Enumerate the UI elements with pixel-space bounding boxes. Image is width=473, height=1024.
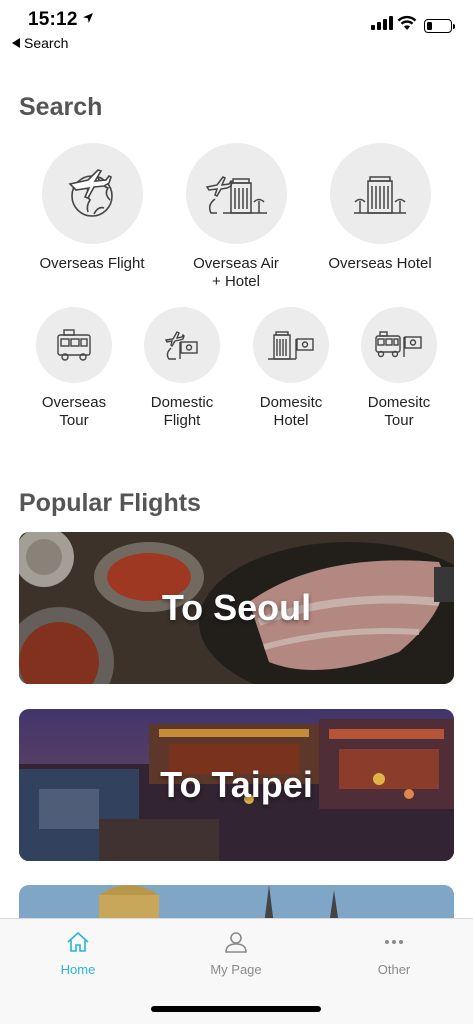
search-section-title: Search — [19, 93, 103, 121]
overseas-flight-label: Overseas Flight — [39, 255, 145, 272]
domestic-hotel-button[interactable]: Domesitc Hotel — [241, 307, 341, 430]
overseas-tour-circle — [36, 307, 112, 383]
tab-my-page-label: My Page — [210, 962, 262, 977]
battery-icon — [424, 19, 455, 33]
tab-my-page[interactable]: My Page — [176, 931, 296, 977]
overseas-air-hotel-button[interactable]: Overseas Air + Hotel — [171, 143, 301, 291]
tab-home[interactable]: Home — [18, 931, 138, 977]
taipei-card-title: To Taipei — [160, 764, 313, 805]
tab-other-label: Other — [377, 962, 411, 977]
domestic-hotel-circle — [253, 307, 329, 383]
more-icon — [385, 940, 403, 944]
domestic-plane-icon — [164, 331, 198, 360]
seoul-card-title: To Seoul — [161, 587, 312, 628]
seoul-flight-card[interactable]: To Seoul — [19, 532, 454, 684]
domestic-hotel-label: Domesitc Hotel — [259, 394, 323, 429]
domestic-flight-label: Domestic Flight — [150, 394, 214, 429]
home-icon — [67, 931, 89, 952]
domestic-hotel-icon — [268, 331, 314, 360]
location-arrow-icon — [83, 13, 93, 23]
overseas-flight-button[interactable]: Overseas Flight — [27, 143, 157, 273]
overseas-hotel-circle — [329, 143, 431, 244]
overseas-hotel-label: Overseas Hotel — [328, 255, 432, 272]
tour-bus-icon — [57, 329, 91, 361]
domestic-flight-button[interactable]: Domestic Flight — [132, 307, 232, 430]
status-time: 15:12 — [28, 9, 78, 30]
status-bar: 15:12 Search — [0, 0, 473, 58]
overseas-flight-circle — [41, 143, 143, 244]
domestic-tour-circle — [361, 307, 437, 383]
overseas-air-hotel-circle — [185, 143, 287, 244]
back-link-label: Search — [24, 35, 69, 51]
domestic-tour-label: Domesitc Tour — [367, 394, 431, 429]
overseas-air-hotel-label: Overseas Air + Hotel — [193, 255, 279, 290]
home-indicator — [151, 1006, 321, 1012]
globe-plane-icon — [68, 168, 113, 217]
cellular-signal-icon — [371, 16, 393, 30]
back-to-search-link[interactable]: Search — [12, 35, 68, 51]
popular-flights-title: Popular Flights — [19, 489, 201, 517]
domestic-tour-button[interactable]: Domesitc Tour — [349, 307, 449, 430]
user-icon — [225, 932, 247, 953]
domestic-flight-circle — [144, 307, 220, 383]
overseas-hotel-button[interactable]: Overseas Hotel — [315, 143, 445, 273]
overseas-tour-label: Overseas Tour — [41, 394, 107, 429]
plane-hotel-icon — [205, 175, 267, 214]
tab-home-label: Home — [60, 962, 96, 977]
back-arrow-icon — [12, 38, 20, 48]
overseas-tour-button[interactable]: Overseas Tour — [24, 307, 124, 430]
wifi-icon — [397, 15, 417, 30]
hotel-icon — [354, 175, 406, 214]
domestic-tour-icon — [375, 331, 422, 358]
taipei-flight-card[interactable]: To Taipei — [19, 709, 454, 861]
tab-other[interactable]: Other — [334, 931, 454, 977]
